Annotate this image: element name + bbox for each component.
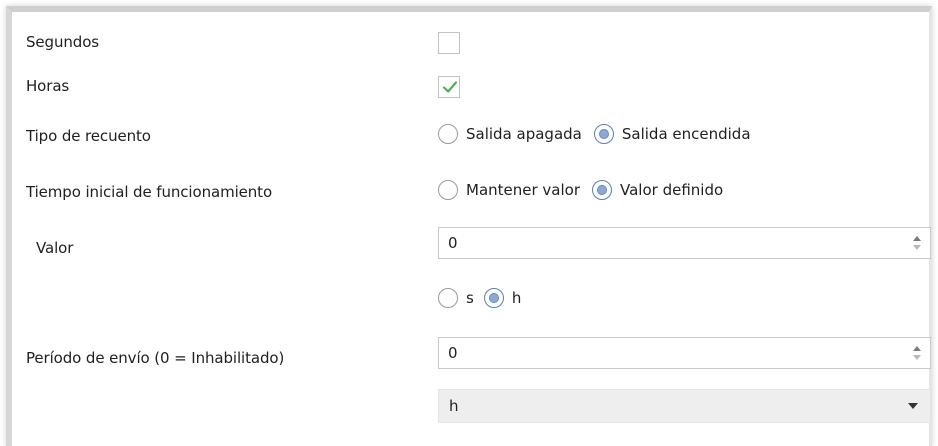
- checkmark-icon: [442, 81, 458, 93]
- seconds-checkbox[interactable]: [438, 32, 460, 54]
- hours-checkbox[interactable]: [438, 76, 460, 98]
- send-period-spinbox[interactable]: 0: [438, 337, 931, 369]
- radio-circle-icon: [438, 180, 458, 200]
- spin-arrows-icon[interactable]: [912, 343, 922, 363]
- radio-circle-icon: [438, 288, 458, 308]
- radio-circle-icon: [438, 124, 458, 144]
- unit-radio-group: s h: [438, 288, 533, 308]
- radio-label: h: [511, 289, 522, 307]
- radio-label: Salida apagada: [466, 125, 582, 143]
- radio-label: Valor definido: [620, 181, 724, 199]
- initial-time-radio-group: Mantener valor Valor definido: [438, 180, 735, 200]
- send-period-unit-dropdown[interactable]: h: [438, 389, 931, 423]
- radio-circle-selected-icon: [593, 124, 614, 144]
- count-type-radio-group: Salida apagada Salida encendida: [438, 124, 763, 144]
- radio-label: Salida encendida: [621, 125, 751, 143]
- radio-label: s: [466, 289, 474, 307]
- initial-time-label: Tiempo inicial de funcionamiento: [26, 183, 273, 201]
- value-spinbox[interactable]: 0: [438, 227, 931, 259]
- radio-salida-encendida[interactable]: Salida encendida: [593, 124, 751, 144]
- radio-label: Mantener valor: [466, 181, 581, 199]
- hours-label: Horas: [26, 77, 70, 95]
- send-period-label: Período de envío (0 = Inhabilitado): [26, 349, 285, 367]
- seconds-label: Segundos: [26, 33, 99, 51]
- parameter-panel: [6, 6, 932, 446]
- chevron-down-icon: [908, 403, 918, 409]
- value-spinbox-value: 0: [448, 234, 458, 252]
- radio-salida-apagada[interactable]: Salida apagada: [438, 124, 582, 144]
- radio-unit-h[interactable]: h: [483, 288, 522, 308]
- radio-unit-s[interactable]: s: [438, 288, 474, 308]
- dropdown-selected-value: h: [449, 397, 459, 415]
- spin-arrows-icon[interactable]: [912, 233, 922, 253]
- send-period-spinbox-value: 0: [448, 344, 458, 362]
- radio-circle-selected-icon: [592, 180, 613, 200]
- value-label: Valor: [36, 239, 74, 257]
- radio-valor-definido[interactable]: Valor definido: [592, 180, 723, 200]
- radio-mantener-valor[interactable]: Mantener valor: [438, 180, 580, 200]
- radio-circle-selected-icon: [483, 288, 504, 308]
- count-type-label: Tipo de recuento: [26, 127, 151, 145]
